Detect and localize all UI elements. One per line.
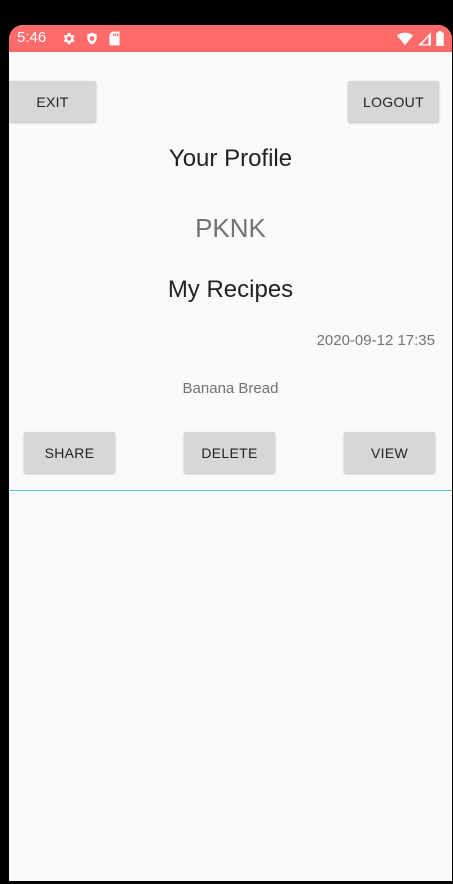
wifi-icon	[397, 32, 413, 46]
username: PKNK	[195, 213, 266, 243]
status-notification-icons	[61, 31, 121, 46]
status-time: 5:46	[17, 29, 47, 46]
recipes-title: My Recipes	[167, 276, 294, 303]
settings-gear-icon	[61, 31, 76, 46]
status-bar: 5:46	[9, 25, 452, 52]
battery-icon	[436, 31, 444, 46]
recipe-name: Banana Bread	[182, 380, 279, 397]
status-system-icons	[397, 31, 444, 46]
sd-card-icon	[108, 31, 121, 46]
shield-icon	[85, 31, 99, 46]
view-button[interactable]: VIEW	[344, 432, 435, 473]
delete-button[interactable]: DELETE	[184, 432, 275, 473]
recipe-divider	[9, 490, 452, 491]
logout-button[interactable]: LOGOUT	[348, 81, 439, 122]
recipe-date: 2020-09-12 17:35	[316, 332, 435, 349]
share-button[interactable]: SHARE	[24, 432, 115, 473]
cell-signal-icon	[418, 32, 431, 46]
exit-button[interactable]: EXIT	[9, 81, 96, 122]
app-screen: 5:46 EXIT LOGOUT Your Profile PKNK My Re…	[9, 25, 452, 881]
profile-title: Your Profile	[168, 145, 293, 172]
